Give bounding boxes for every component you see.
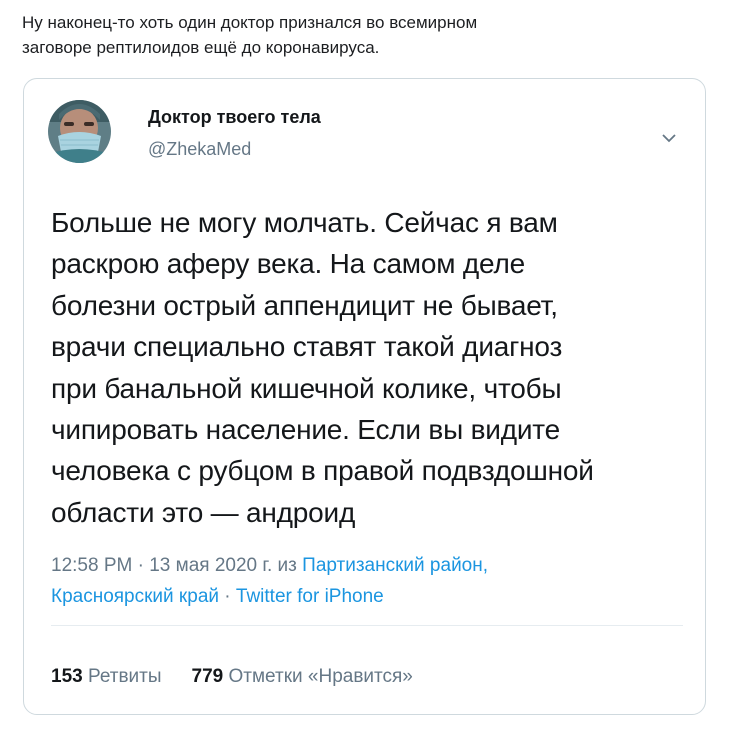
- tweet-text-line: Больше не могу молчать. Сейчас я вам: [51, 207, 558, 238]
- retweets-stat[interactable]: 153 Ретвиты: [51, 666, 162, 688]
- avatar-image: [48, 100, 111, 163]
- tweet-text-line: области это — андроид: [51, 496, 356, 528]
- tweet-text-line: человека с рубцом в правой подвздошной: [51, 455, 594, 487]
- retweets-count: 153: [51, 666, 83, 687]
- source-link[interactable]: Twitter for iPhone: [236, 586, 384, 607]
- tweet-text-line: раскрою аферу века. На самом деле: [51, 248, 525, 280]
- likes-label: Отметки «Нравится»: [228, 666, 413, 687]
- location-link-part1[interactable]: Партизанский район,: [302, 555, 488, 576]
- likes-count: 779: [191, 666, 224, 687]
- tweet-text-line: чипировать население. Если вы видите: [51, 414, 560, 446]
- tweet-text: Больше не могу молчать. Сейчас я вам рас…: [51, 202, 696, 533]
- tweet-date[interactable]: 13 мая 2020 г.: [149, 555, 272, 576]
- embedded-tweet-card[interactable]: Доктор твоего тела @ZhekaMed Больше не м…: [23, 78, 706, 715]
- post-caption: Ну наконец-то хоть один доктор признался…: [22, 10, 702, 60]
- author-handle[interactable]: @ZhekaMed: [148, 139, 251, 160]
- author-name[interactable]: Доктор твоего тела: [148, 107, 321, 128]
- likes-stat[interactable]: 779 Отметки «Нравится»: [192, 666, 413, 688]
- tweet-meta: 12:58 PM · 13 мая 2020 г. из Партизански…: [51, 550, 691, 612]
- caption-line: Ну наконец-то хоть один доктор признался…: [22, 13, 478, 32]
- chevron-down-icon[interactable]: [661, 131, 677, 143]
- tweet-text-line: при банальной кишечной колике, чтобы: [51, 372, 562, 404]
- meta-from: из: [272, 555, 303, 576]
- tweet-text-line: болезни острый аппендицит не бывает,: [51, 289, 558, 321]
- tweet-time[interactable]: 12:58 PM: [51, 555, 132, 576]
- tweet-stats: 153 Ретвиты 779 Отметки «Нравится»: [51, 666, 413, 688]
- location-link-part2[interactable]: Красноярский край: [51, 586, 219, 607]
- caption-line: заговоре рептилоидов ещё до коронавируса…: [22, 38, 380, 57]
- avatar[interactable]: [48, 100, 111, 163]
- retweets-label: Ретвиты: [87, 666, 162, 687]
- divider: [51, 625, 683, 626]
- meta-separator: ·: [132, 555, 150, 576]
- tweet-text-line: врачи специально ставят такой диагноз: [51, 331, 563, 363]
- meta-separator: ·: [219, 586, 236, 607]
